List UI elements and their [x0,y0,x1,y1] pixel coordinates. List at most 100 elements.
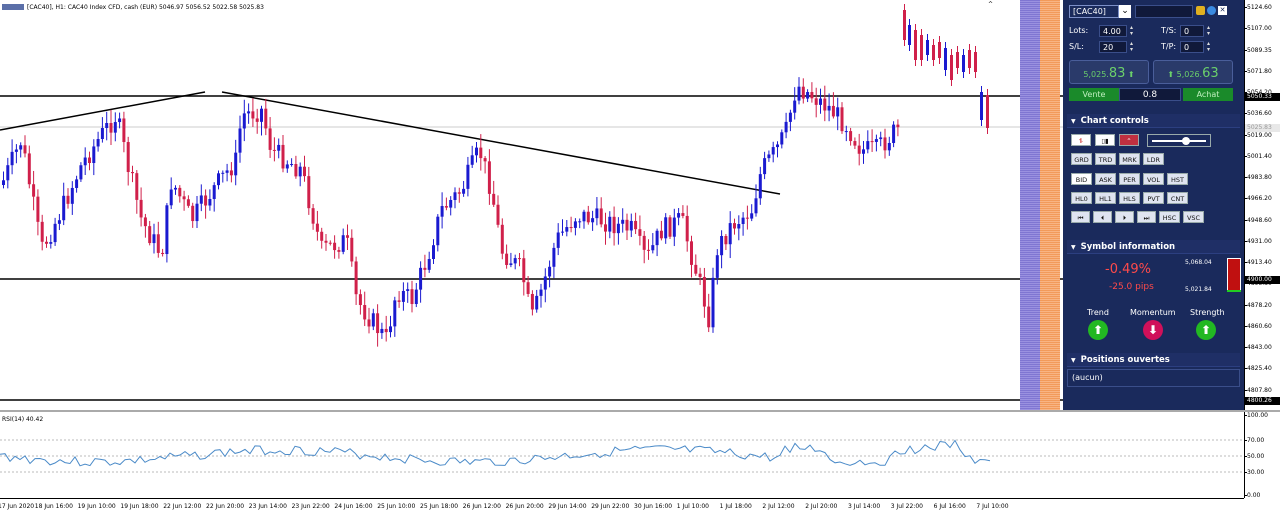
chart-control-bid-button[interactable]: BID [1071,173,1092,185]
candle-body [932,45,935,60]
lock-icon[interactable] [1196,6,1205,15]
candle-body [487,161,491,194]
time-axis: 17 Jun 2020 18 Jun 16:00 19 Jun 10:00 19 Ju… [0,498,1244,513]
price-level-label: 5025.83 [1245,124,1280,132]
candle-body [333,242,337,251]
range-bar [1227,258,1241,292]
chart-control-grd-button[interactable]: GRD [1071,153,1092,165]
chart-control-hl0-button[interactable]: HL0 [1071,192,1092,204]
candle-body [896,124,900,128]
tp-input[interactable]: 0 [1180,41,1204,53]
chart-controls-header[interactable]: ▼ Chart controls [1067,114,1240,128]
candle-body [298,166,302,177]
candle-body [578,221,582,223]
candle-body [225,170,229,173]
time-tick: 1 Jul 18:00 [719,503,752,510]
candle-body [371,313,375,327]
ts-stepper[interactable]: ▴ ▾ [1205,25,1212,37]
time-tick: 24 Jun 16:00 [334,503,373,510]
candle-body [535,295,539,310]
candle-body [88,157,91,164]
crosshair-tool-button[interactable]: ⥮ [1071,134,1091,146]
positions-header[interactable]: ▼ Positions ouvertes [1067,353,1240,367]
chart-control-vsc-button[interactable]: VSC [1183,211,1204,223]
candles-tool-button[interactable]: ▯▮ [1095,134,1115,146]
zoom-slider-handle[interactable] [1182,137,1190,145]
lots-input[interactable]: 4.00 [1099,25,1127,37]
candle-body [208,199,212,206]
zoom-slider[interactable] [1147,134,1211,147]
chart-control-nav-button[interactable]: ⏮ [1071,211,1090,223]
sl-input[interactable]: 20 [1099,41,1127,53]
price-tick: 5071.80 [1244,67,1272,75]
time-tick: 1 Jul 10:00 [676,503,709,510]
chart-control-hl1-button[interactable]: HL1 [1095,192,1116,204]
trendline[interactable] [221,91,781,195]
ts-label: T/S: [1161,26,1177,35]
price-tick: 5019.00 [1244,131,1272,139]
tp-stepper[interactable]: ▴ ▾ [1205,41,1212,53]
time-tick: 2 Jul 12:00 [762,503,795,510]
candle-body [251,111,255,119]
settings-icon[interactable] [1207,6,1216,15]
ts-input[interactable]: 0 [1180,25,1204,37]
symbol-information-header[interactable]: ▼ Symbol information [1067,240,1240,254]
time-tick: 26 Jun 20:00 [505,503,544,510]
chart-control-ask-button[interactable]: ASK [1095,173,1116,185]
chart-control-hst-button[interactable]: HST [1167,173,1188,185]
chart-control-trd-button[interactable]: TRD [1095,153,1116,165]
symbol-search-field[interactable] [1135,5,1193,18]
time-tick: 6 Jul 16:00 [933,503,966,510]
candle-body [143,217,147,227]
candle-body [505,253,509,265]
candle-body [380,328,384,334]
chart-control-nav-button[interactable]: ⏭ [1137,211,1156,223]
sl-stepper[interactable]: ▴ ▾ [1128,41,1135,53]
candle-body [758,174,762,199]
line-tool-button[interactable]: ⌃ [1119,134,1139,146]
chart-control-cnt-button[interactable]: CNT [1167,192,1188,204]
candle-body [561,231,564,233]
candle-body [260,108,263,122]
chart-control-nav-button[interactable]: ⏴ [1093,211,1112,223]
candle-body [19,145,23,150]
buy-price-box[interactable]: ⬆ 5,026.63 [1153,60,1233,84]
candle-body [698,273,702,277]
candle-body [307,176,311,209]
candle-body [83,157,87,166]
candle-body [741,217,745,225]
chart-control-nav-button[interactable]: ⏵ [1115,211,1134,223]
chart-control-hsc-button[interactable]: HSC [1159,211,1180,223]
candle-body [642,235,646,250]
candle-body [690,241,693,265]
candle-body [986,95,989,128]
chart-control-mrk-button[interactable]: MRK [1119,153,1140,165]
lots-stepper[interactable]: ▴ ▾ [1128,25,1135,37]
close-icon[interactable]: ✕ [1218,6,1227,15]
sell-price-box[interactable]: 5,025.83 ⬆ [1069,60,1149,84]
trade-panel: [CAC40] ⌄ ✕ Lots: 4.00 ▴ ▾ T/S: 0 ▴ ▾ S/L:… [1063,0,1244,412]
candle-body [793,100,797,113]
price-tick: 5107.00 [1244,25,1272,33]
chart-control-pvt-button[interactable]: PVT [1143,192,1164,204]
chart-control-vol-button[interactable]: VOL [1143,173,1164,185]
chevron-down-icon[interactable]: ⌄ [1119,5,1131,18]
candle-body [199,195,203,204]
candle-body [350,237,354,262]
candle-body [161,252,165,255]
candle-body [664,217,668,239]
symbol-select[interactable]: [CAC40] [1069,5,1119,18]
rsi-chart[interactable] [0,412,1244,498]
sell-button[interactable]: Vente [1069,88,1119,101]
chart-control-per-button[interactable]: PER [1119,173,1140,185]
chart-control-ldr-button[interactable]: LDR [1143,153,1164,165]
buy-button[interactable]: Achat [1183,88,1233,101]
candle-body [36,196,40,222]
candle-body [475,147,478,156]
range-low: 5,021.84 [1185,286,1212,293]
candle-body [763,158,767,175]
price-tick: 4878.20 [1244,301,1272,309]
chart-control-hls-button[interactable]: HLS [1119,192,1140,204]
price-tick: 4913.40 [1244,259,1272,266]
symbol-information-title: Symbol information [1080,242,1176,252]
